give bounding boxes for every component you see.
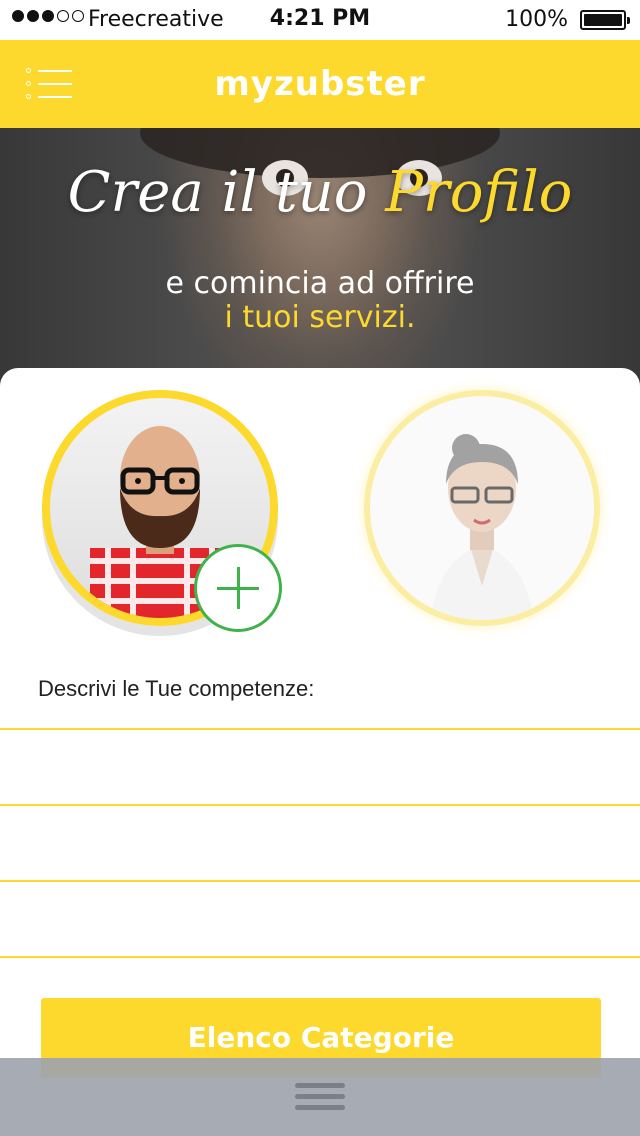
avatar-female[interactable] — [364, 390, 600, 626]
skills-input-bottom-border — [0, 956, 640, 958]
bottom-drawer-handle[interactable] — [0, 1058, 640, 1136]
skills-input-line-1[interactable] — [0, 728, 640, 804]
battery-icon — [580, 10, 630, 30]
drawer-handle-icon — [295, 1083, 345, 1088]
profile-card: Descrivi le Tue competenze: — [0, 368, 640, 1068]
skills-label: Descrivi le Tue competenze: — [38, 676, 315, 701]
status-bar: Freecreative 4:21 PM 100% — [0, 0, 640, 40]
skills-input-line-3[interactable] — [0, 880, 640, 956]
hero-subtitle-highlight: i tuoi servizi. — [224, 300, 416, 335]
hero-banner: Crea il tuo Profilo e comincia ad offrir… — [0, 128, 640, 388]
nav-bar: myzubster — [0, 40, 640, 128]
hero-title: Crea il tuo Profilo — [67, 160, 573, 225]
woman-icon — [430, 434, 534, 620]
skills-input-line-2[interactable] — [0, 804, 640, 880]
hero-subtitle: e comincia ad offrire — [165, 266, 475, 301]
add-photo-button[interactable] — [194, 544, 282, 632]
battery-percent: 100% — [505, 7, 568, 32]
app-title: myzubster — [214, 64, 426, 104]
